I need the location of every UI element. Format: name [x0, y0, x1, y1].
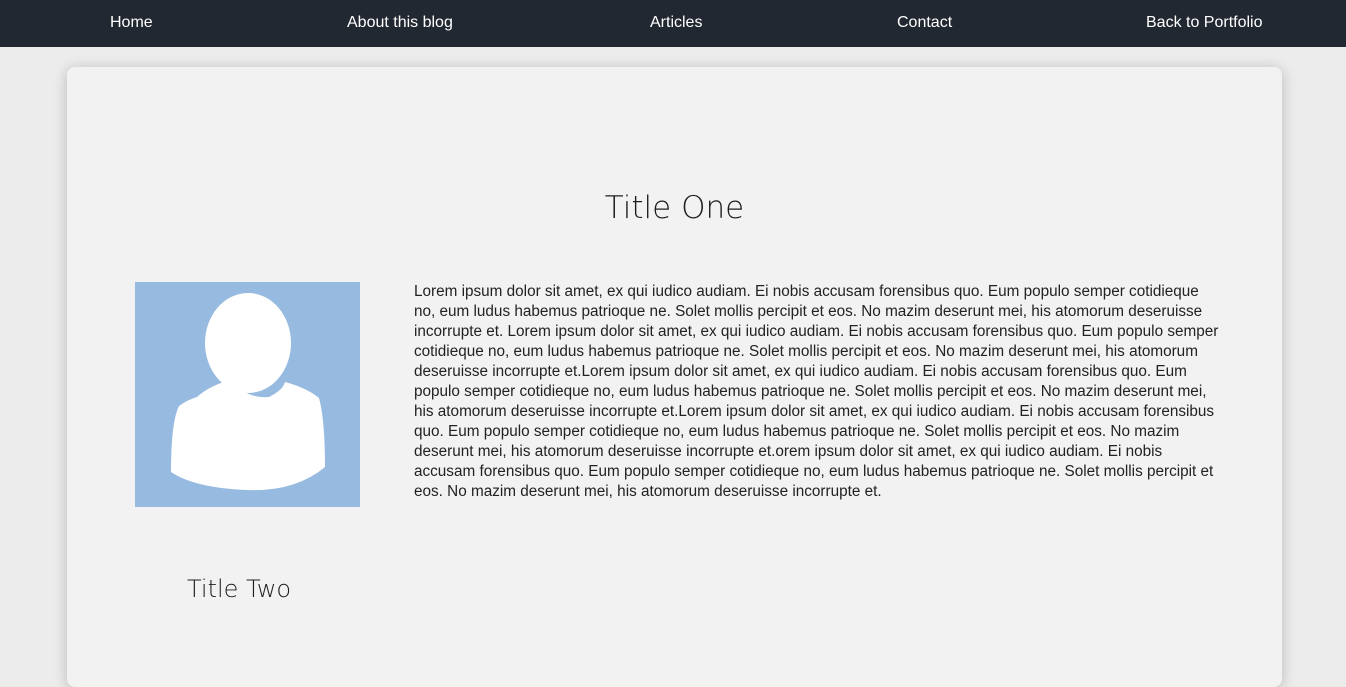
nav-link-home[interactable]: Home [110, 13, 153, 33]
user-silhouette-icon [171, 293, 325, 491]
nav-link-back-to-portfolio[interactable]: Back to Portfolio [1146, 13, 1263, 33]
avatar [135, 282, 360, 507]
nav-link-about[interactable]: About this blog [347, 13, 453, 33]
article-title-one: Title One [604, 190, 745, 226]
article-title-two: Title Two [187, 575, 292, 603]
nav-link-articles[interactable]: Articles [650, 13, 702, 33]
article-body-text: Lorem ipsum dolor sit amet, ex qui iudic… [414, 283, 1219, 500]
nav-link-contact[interactable]: Contact [897, 13, 952, 33]
top-navigation-bar: Home About this blog Articles Contact Ba… [0, 0, 1346, 47]
article-card: Title One Lorem ipsum dolor sit amet, ex… [67, 67, 1282, 687]
